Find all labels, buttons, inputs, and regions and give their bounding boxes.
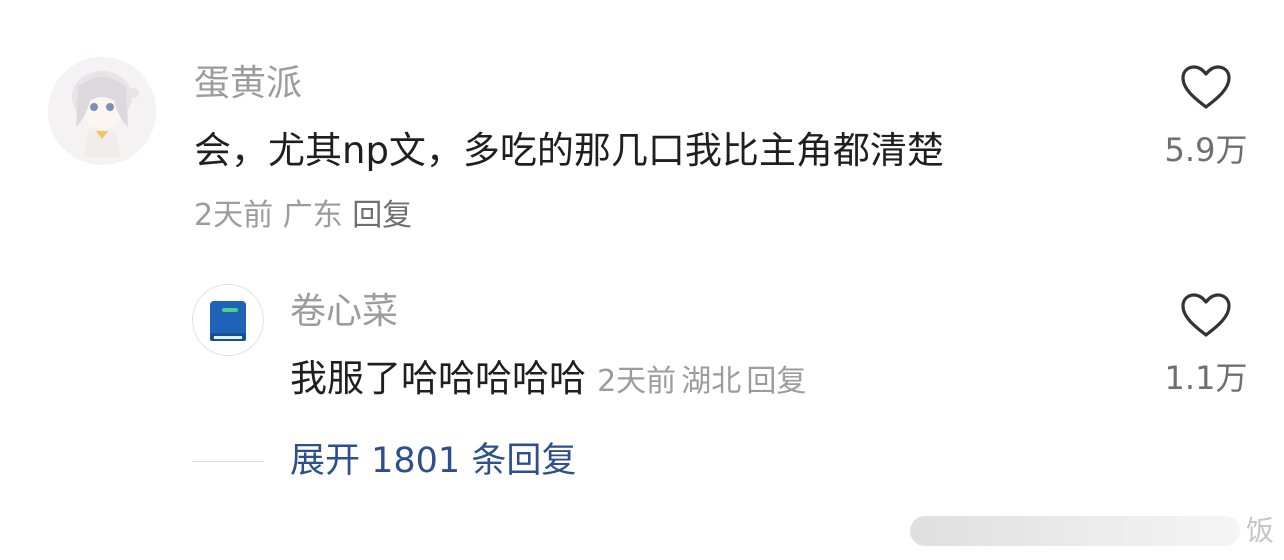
reply-avatar[interactable] [192,284,264,356]
reply-text: 我服了哈哈哈哈哈 [290,357,586,400]
comment-like-button[interactable] [1180,64,1232,114]
expand-replies-link[interactable]: 展开 1801 条回复 [290,444,576,479]
commenter-username[interactable]: 蛋黄派 [194,66,302,102]
heart-outline-icon [1181,65,1231,109]
watermark: 饭 [909,512,1274,550]
watermark-pill [909,516,1240,546]
comment-text: 会，尤其np文，多吃的那几口我比主角都清楚 [194,129,944,172]
comment-meta: 2天前 广东 回复 [194,201,412,231]
expand-divider [192,461,264,462]
comment-time: 2天前 [194,198,274,233]
comment-reply-button[interactable]: 回复 [352,198,412,233]
comment-like-count: 5.9万 [1164,131,1248,169]
reply-like-button[interactable] [1180,292,1232,342]
book-icon [210,301,246,341]
heart-outline-icon [1181,293,1231,337]
reply-line: 我服了哈哈哈哈哈 2天前 湖北 回复 [290,360,806,397]
reply-username[interactable]: 卷心菜 [290,294,398,330]
reply-location: 湖北 [681,364,742,399]
reply-reply-button[interactable]: 回复 [746,364,806,399]
commenter-avatar[interactable] [48,57,156,165]
anime-avatar-image [48,57,156,165]
comment-location: 广东 [282,198,343,233]
reply-like-count: 1.1万 [1164,359,1248,397]
reply-time: 2天前 [597,364,677,399]
watermark-text: 饭 [1245,514,1274,547]
